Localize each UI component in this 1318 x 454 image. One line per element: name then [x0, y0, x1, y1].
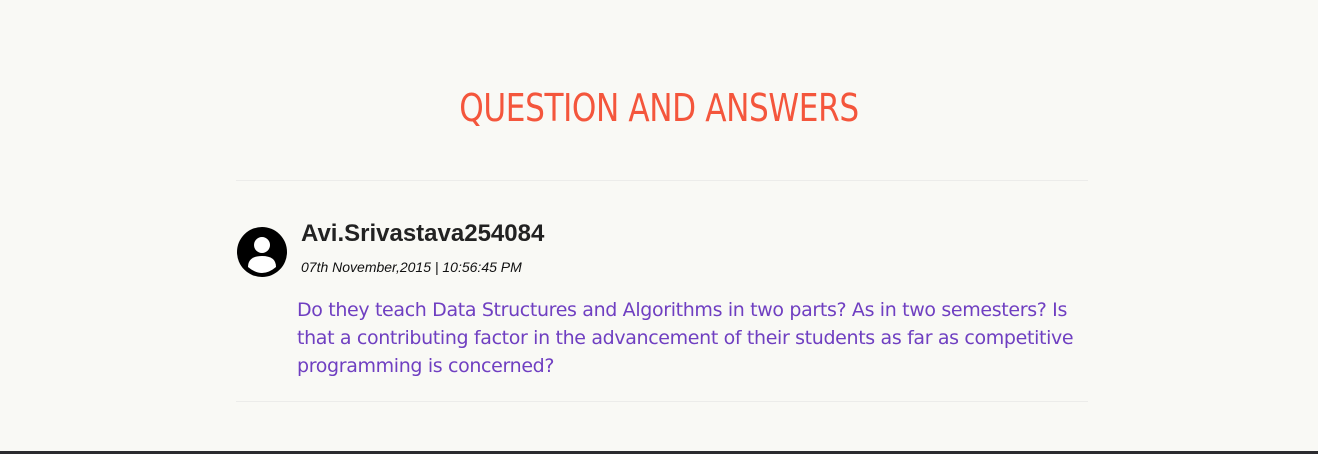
section-title: QUESTION AND ANSWERS — [459, 86, 859, 130]
question-author[interactable]: Avi.Srivastava254084 — [301, 219, 544, 249]
divider-top — [236, 180, 1088, 181]
divider-bottom — [236, 401, 1088, 402]
question-text: Do they teach Data Structures and Algori… — [297, 299, 1074, 377]
user-circle-icon — [237, 227, 287, 277]
question-timestamp: 07th November,2015 | 10:56:45 PM — [301, 259, 522, 275]
